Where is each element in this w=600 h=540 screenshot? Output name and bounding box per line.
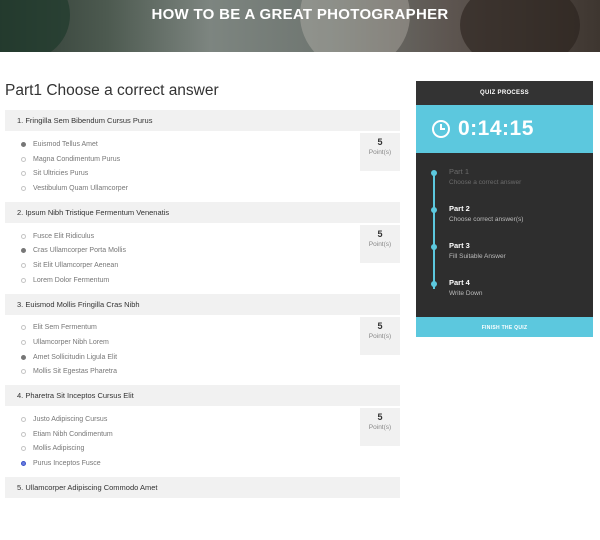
finish-quiz-button[interactable]: FINISH THE QUIZ bbox=[416, 317, 593, 337]
points-value: 5 bbox=[377, 320, 383, 331]
step-item[interactable]: Part 3 Fill Suitable Answer bbox=[416, 241, 593, 278]
quiz-process-panel: QUIZ PROCESS 0:14:15 Part 1 Choose a corr… bbox=[416, 81, 593, 337]
step-subtitle: Fill Suitable Answer bbox=[449, 253, 506, 260]
step-subtitle: Choose correct answer(s) bbox=[449, 216, 524, 223]
question-options: Elit Sem Fermentum Ullamcorper Nibh Lorem… bbox=[5, 315, 400, 386]
step-dot-icon bbox=[431, 207, 437, 213]
answer-label: Euismod Tellus Amet bbox=[33, 140, 98, 148]
answer-option[interactable]: Etiam Nibh Condimentum bbox=[21, 427, 400, 442]
points-label: Point(s) bbox=[368, 424, 392, 432]
answer-option[interactable]: Sit Elit Ullamcorper Aenean bbox=[21, 258, 400, 273]
answer-label: Lorem Dolor Fermentum bbox=[33, 276, 110, 284]
step-item[interactable]: Part 2 Choose correct answer(s) bbox=[416, 204, 593, 241]
radio-button[interactable] bbox=[21, 248, 26, 254]
radio-button[interactable] bbox=[21, 185, 26, 191]
answer-option[interactable]: Justo Adipiscing Cursus bbox=[21, 412, 400, 427]
answer-option[interactable]: Sit Ultricies Purus bbox=[21, 166, 400, 181]
answer-label: Sit Ultricies Purus bbox=[33, 170, 89, 178]
step-list: Part 1 Choose a correct answer Part 2 Choos… bbox=[416, 153, 593, 317]
step-dot-icon bbox=[431, 244, 437, 250]
answer-option[interactable]: Euismod Tellus Amet bbox=[21, 137, 400, 152]
step-dot-icon bbox=[431, 170, 437, 176]
points-badge: 5 Point(s) bbox=[360, 408, 400, 447]
question-list: 1. Fringilla Sem Bibendum Cursus Purus Eu… bbox=[5, 110, 400, 498]
answer-option[interactable]: Ullamcorper Nibh Lorem bbox=[21, 335, 400, 350]
answer-label: Cras Ullamcorper Porta Mollis bbox=[33, 247, 126, 255]
radio-button[interactable] bbox=[21, 277, 26, 283]
radio-button[interactable] bbox=[21, 340, 26, 346]
answer-option[interactable]: Purus Inceptos Fusce bbox=[21, 456, 400, 471]
radio-button[interactable] bbox=[21, 417, 26, 423]
timer-box: 0:14:15 bbox=[416, 105, 593, 153]
step-item[interactable]: Part 1 Choose a correct answer bbox=[416, 167, 593, 204]
answer-option[interactable]: Amet Sollicitudin Ligula Elit bbox=[21, 350, 400, 365]
answer-option[interactable]: Elit Sem Fermentum bbox=[21, 321, 400, 336]
answer-option[interactable]: Cras Ullamcorper Porta Mollis bbox=[21, 243, 400, 258]
answer-option[interactable]: Magna Condimentum Purus bbox=[21, 152, 400, 167]
answer-option[interactable]: Mollis Sit Egestas Pharetra bbox=[21, 365, 400, 380]
radio-button[interactable] bbox=[21, 156, 26, 162]
radio-button[interactable] bbox=[21, 233, 26, 239]
points-badge: 5 Point(s) bbox=[360, 224, 400, 263]
answer-label: Vestibulum Quam Ullamcorper bbox=[33, 184, 128, 192]
points-value: 5 bbox=[377, 137, 383, 147]
answer-option[interactable]: Fusce Elit Ridiculus bbox=[21, 229, 400, 244]
points-label: Point(s) bbox=[368, 332, 392, 340]
question-title: 2. Ipsum Nibh Tristique Fermentum Venena… bbox=[5, 201, 400, 223]
step-title: Part 4 bbox=[449, 278, 470, 287]
step-title: Part 2 bbox=[449, 204, 470, 213]
part-title: Part1 Choose a correct answer bbox=[5, 82, 219, 99]
step-title: Part 1 bbox=[449, 167, 470, 176]
question-options: Justo Adipiscing Cursus Etiam Nibh Condim… bbox=[5, 406, 400, 477]
radio-button[interactable] bbox=[21, 262, 26, 268]
points-badge: 5 Point(s) bbox=[360, 133, 400, 171]
answer-label: Purus Inceptos Fusce bbox=[33, 460, 101, 468]
answer-label: Ullamcorper Nibh Lorem bbox=[33, 339, 109, 347]
step-subtitle: Choose a correct answer bbox=[449, 179, 522, 186]
points-label: Point(s) bbox=[368, 240, 392, 248]
question-options: Euismod Tellus Amet Magna Condimentum Pur… bbox=[5, 131, 400, 202]
answer-label: Magna Condimentum Purus bbox=[33, 155, 121, 163]
points-badge: 5 Point(s) bbox=[360, 316, 400, 355]
step-dot-icon bbox=[431, 281, 437, 287]
radio-button[interactable] bbox=[21, 354, 26, 360]
answer-label: Mollis Adipiscing bbox=[33, 445, 85, 453]
answer-option[interactable]: Mollis Adipiscing bbox=[21, 442, 400, 457]
quiz-process-header: QUIZ PROCESS bbox=[416, 81, 593, 105]
answer-label: Etiam Nibh Condimentum bbox=[33, 430, 113, 438]
radio-button[interactable] bbox=[21, 325, 26, 331]
radio-button[interactable] bbox=[21, 431, 26, 437]
answer-label: Amet Sollicitudin Ligula Elit bbox=[33, 353, 118, 361]
points-value: 5 bbox=[377, 228, 383, 239]
points-label: Point(s) bbox=[368, 149, 392, 156]
answer-label: Mollis Sit Egestas Pharetra bbox=[33, 368, 118, 376]
answer-label: Justo Adipiscing Cursus bbox=[33, 416, 108, 424]
answer-option[interactable]: Lorem Dolor Fermentum bbox=[21, 273, 400, 288]
radio-button[interactable] bbox=[21, 171, 26, 177]
question-title: 4. Pharetra Sit Inceptos Cursus Elit bbox=[5, 385, 400, 407]
points-value: 5 bbox=[377, 412, 383, 423]
answer-label: Sit Elit Ullamcorper Aenean bbox=[33, 261, 119, 269]
step-item[interactable]: Part 4 Write Down bbox=[416, 278, 593, 315]
radio-button[interactable] bbox=[21, 141, 26, 147]
radio-button[interactable] bbox=[21, 446, 26, 452]
answer-label: Fusce Elit Ridiculus bbox=[33, 232, 95, 240]
question-title: 5. Ullamcorper Adipiscing Commodo Amet bbox=[5, 477, 400, 498]
radio-button[interactable] bbox=[21, 369, 26, 375]
radio-button[interactable] bbox=[21, 461, 26, 467]
question-title: 3. Euismod Mollis Fringilla Cras Nibh bbox=[5, 293, 400, 315]
page-title: HOW TO BE A GREAT PHOTOGRAPHER bbox=[151, 6, 449, 23]
question-title: 1. Fringilla Sem Bibendum Cursus Purus bbox=[5, 110, 400, 131]
clock-icon bbox=[432, 120, 450, 138]
hero-banner: HOW TO BE A GREAT PHOTOGRAPHER bbox=[0, 0, 600, 52]
answer-label: Elit Sem Fermentum bbox=[33, 324, 97, 332]
timer-value: 0:14:15 bbox=[458, 117, 534, 140]
step-title: Part 3 bbox=[449, 241, 470, 250]
answer-option[interactable]: Vestibulum Quam Ullamcorper bbox=[21, 181, 400, 196]
step-subtitle: Write Down bbox=[449, 290, 483, 297]
question-options: Fusce Elit Ridiculus Cras Ullamcorper Por… bbox=[5, 223, 400, 294]
